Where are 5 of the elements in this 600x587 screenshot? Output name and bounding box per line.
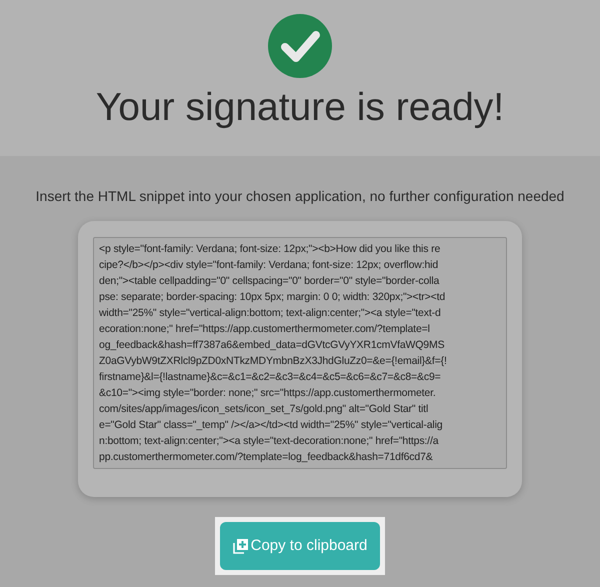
- instruction-text: Insert the HTML snippet into your chosen application, no further configuration needed: [34, 187, 566, 206]
- check-circle-icon: [268, 14, 332, 78]
- snippet-field[interactable]: <p style="font-family: Verdana; font-size: 12px;"><b>How did you like this re cipe?</b></p><div style="font-family: Verdana; font-size: 12px; overflow:hid den;"><table cellpadding="0" cellspacing="0" border="0" style="border-colla pse: separate; border-spacing: 10px 5px; margin: 0 0; width: 320px;"><tr><td width="25%" style="vertical-align:bottom; text-align:center;"><a style="text-d ecoration:none;" href="https://app.customerthermometer.com/?template=l og_feedback&hash=ff7387a6&embed_data=dGVtcGVyYXR1cmVfaWQ9MS Z0aGVybW9tZXRlcl9pZD0xNTkzMDYmbnBzX3JhdGluZz0=&e={!email}&f={! firstname}&l={!lastname}&c=&c1=&c2=&c3=&c4=&c5=&c6=&c7=&c8=&c9= &c10="><img style="border: none;" src="https://app.customerthermometer. com/sites/app/images/icon_sets/icon_set_7s/gold.png" alt="Gold Star" titl e="Gold Star" class="_temp" /></a></td><td width="25%" style="vertical-alig n:bottom; text-align:center;"><a style="text-decoration:none;" href="https://a pp.customerthermometer.com/?template=log_feedback&hash=71df6cd7&: [93, 237, 507, 469]
- page-title: Your signature is ready!: [96, 85, 504, 131]
- copy-plus-icon: [232, 538, 249, 554]
